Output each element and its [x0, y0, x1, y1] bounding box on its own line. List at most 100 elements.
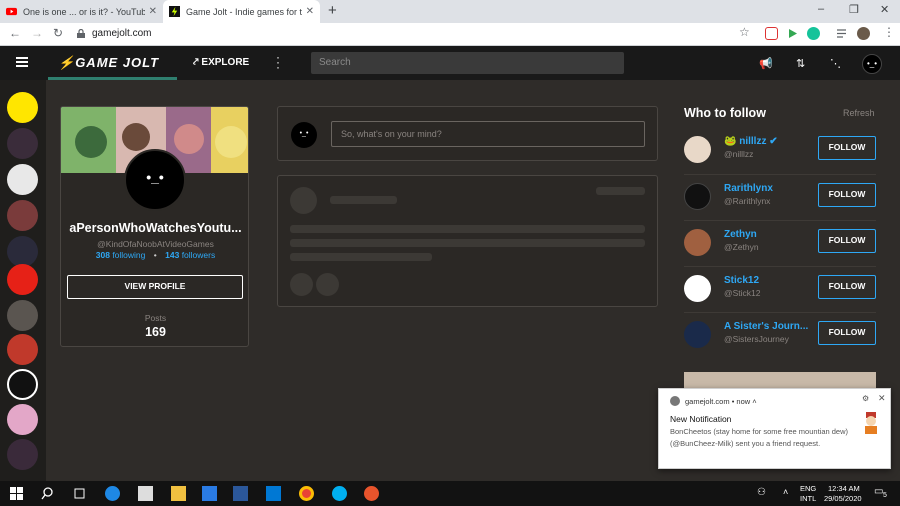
close-icon[interactable]: ✕: [878, 393, 886, 404]
post-input[interactable]: So, what's on your mind?: [331, 121, 645, 147]
gear-icon[interactable]: ⚙: [862, 394, 869, 403]
store-icon[interactable]: [202, 486, 217, 501]
search-input[interactable]: Search: [311, 52, 624, 74]
user-avatar[interactable]: [684, 136, 711, 163]
forward-arrow-icon[interactable]: →: [31, 26, 43, 40]
clock-time[interactable]: 12:34 AM: [828, 484, 860, 493]
gamejolt-logo[interactable]: ⚡GAME JOLT: [58, 55, 159, 71]
user-name[interactable]: Stick12: [724, 275, 759, 286]
user-avatar[interactable]: [684, 321, 711, 348]
maximize-button[interactable]: ❐: [849, 3, 859, 16]
community-icon[interactable]: [7, 334, 38, 365]
more-options-icon[interactable]: · · ·: [276, 51, 280, 73]
user-name[interactable]: Rarithlynx: [724, 183, 773, 194]
user-avatar[interactable]: •_•: [862, 54, 882, 74]
user-name[interactable]: A Sister's Journ...: [724, 321, 808, 332]
user-avatar[interactable]: [684, 229, 711, 256]
profile-card: •_• aPersonWhoWatchesYoutu... @KindOfaNo…: [60, 106, 249, 347]
mail-icon[interactable]: [266, 486, 281, 501]
tab-gamejolt[interactable]: Game Jolt - Indie games for the lo ✕: [163, 0, 320, 23]
user-name[interactable]: Zethyn: [724, 229, 757, 240]
followers-label[interactable]: followers: [182, 250, 216, 260]
follow-button[interactable]: FOLLOW: [818, 136, 876, 160]
community-icon[interactable]: [7, 128, 38, 159]
followers-count[interactable]: 143: [165, 250, 179, 260]
extension-grammarly-icon[interactable]: [807, 27, 820, 40]
community-youtube-icon[interactable]: [7, 264, 38, 295]
notification-toast[interactable]: gamejolt.com • now ˄ ⚙ ✕ New Notificatio…: [658, 388, 891, 469]
task-view-icon[interactable]: [72, 486, 87, 501]
user-avatar[interactable]: [684, 183, 711, 210]
community-icon[interactable]: [7, 439, 38, 470]
notification-message: BonCheetos (stay home for some free moun…: [670, 427, 849, 448]
extension-pocket-icon[interactable]: [765, 27, 778, 40]
new-tab-button[interactable]: +: [328, 2, 337, 19]
explore-link[interactable]: ⤤ EXPLORE: [193, 57, 249, 68]
tab-youtube[interactable]: One is one ... or is it? - YouTube ✕: [0, 0, 163, 23]
reload-icon[interactable]: ↻: [53, 26, 63, 40]
bookmark-star-icon[interactable]: ☆: [739, 25, 750, 39]
user-name[interactable]: 🐸 nilllzz ✔: [724, 136, 778, 147]
file-explorer-icon[interactable]: [171, 486, 186, 501]
clock-date[interactable]: 29/05/2020: [824, 494, 862, 503]
notification-image: [865, 412, 877, 434]
active-nav-indicator: [48, 77, 177, 80]
chrome-taskbar-icon[interactable]: [299, 486, 314, 501]
community-smiley-icon[interactable]: [7, 92, 38, 123]
back-arrow-icon[interactable]: ←: [9, 26, 21, 40]
search-icon[interactable]: [40, 486, 55, 501]
user-handle: @nilllzz: [724, 149, 754, 159]
profile-avatar-icon[interactable]: [857, 27, 870, 40]
minimize-button[interactable]: –: [818, 3, 824, 15]
following-label[interactable]: following: [112, 250, 145, 260]
tab-title: One is one ... or is it? - YouTube: [23, 6, 145, 17]
community-icon[interactable]: [7, 164, 38, 195]
tab-close-icon[interactable]: ✕: [149, 6, 157, 17]
profile-display-name[interactable]: aPersonWhoWatchesYoutu...: [61, 221, 248, 235]
chevron-up-icon[interactable]: ˄: [783, 487, 788, 497]
composer-avatar: •_•: [291, 122, 317, 148]
user-handle: @Zethyn: [724, 242, 759, 252]
hamburger-menu-icon[interactable]: [16, 57, 28, 67]
follow-button[interactable]: FOLLOW: [818, 183, 876, 207]
community-icon[interactable]: [7, 200, 38, 231]
activity-icon[interactable]: ⇅: [796, 57, 805, 70]
follow-suggestion: Stick12 @Stick12 FOLLOW: [684, 266, 876, 312]
follow-button[interactable]: FOLLOW: [818, 229, 876, 253]
megaphone-icon[interactable]: 📢: [759, 57, 773, 70]
edge-icon[interactable]: [105, 486, 120, 501]
community-icon[interactable]: [7, 236, 38, 267]
people-icon[interactable]: ⚇: [757, 487, 766, 498]
explore-label: EXPLORE: [201, 57, 250, 68]
follow-suggestion: A Sister's Journ... @SistersJourney FOLL…: [684, 312, 876, 358]
community-icon[interactable]: [7, 404, 38, 435]
placeholder-line: [290, 239, 645, 247]
extension-play-icon[interactable]: [786, 27, 799, 40]
community-icon[interactable]: [7, 300, 38, 331]
follow-button[interactable]: FOLLOW: [818, 321, 876, 345]
refresh-link[interactable]: Refresh: [843, 108, 875, 118]
placeholder-avatar: [290, 187, 317, 214]
close-window-button[interactable]: ✕: [880, 3, 889, 16]
keyboard-language-top[interactable]: ENG: [800, 484, 816, 493]
notifications-icon[interactable]: ⋱: [830, 57, 841, 70]
keyboard-language-bottom[interactable]: INTL: [800, 494, 816, 503]
follow-button[interactable]: FOLLOW: [818, 275, 876, 299]
view-profile-button[interactable]: VIEW PROFILE: [67, 275, 243, 299]
app-icon[interactable]: [364, 486, 379, 501]
user-name-text: nilllzz: [739, 136, 767, 147]
extension-list-icon[interactable]: [835, 27, 848, 40]
profile-avatar[interactable]: •_•: [124, 149, 186, 211]
word-icon[interactable]: [233, 486, 248, 501]
notepad-icon[interactable]: [138, 486, 153, 501]
following-count[interactable]: 308: [96, 250, 110, 260]
community-icon[interactable]: [7, 369, 38, 400]
user-avatar[interactable]: [684, 275, 711, 302]
windows-start-icon[interactable]: [9, 486, 24, 501]
user-handle: @Stick12: [724, 288, 761, 298]
lock-icon[interactable]: [77, 29, 85, 38]
url-field[interactable]: gamejolt.com: [92, 28, 151, 39]
skype-icon[interactable]: [332, 486, 347, 501]
chrome-menu-icon[interactable]: ⋮: [883, 25, 895, 39]
tab-close-icon[interactable]: ✕: [306, 6, 314, 17]
